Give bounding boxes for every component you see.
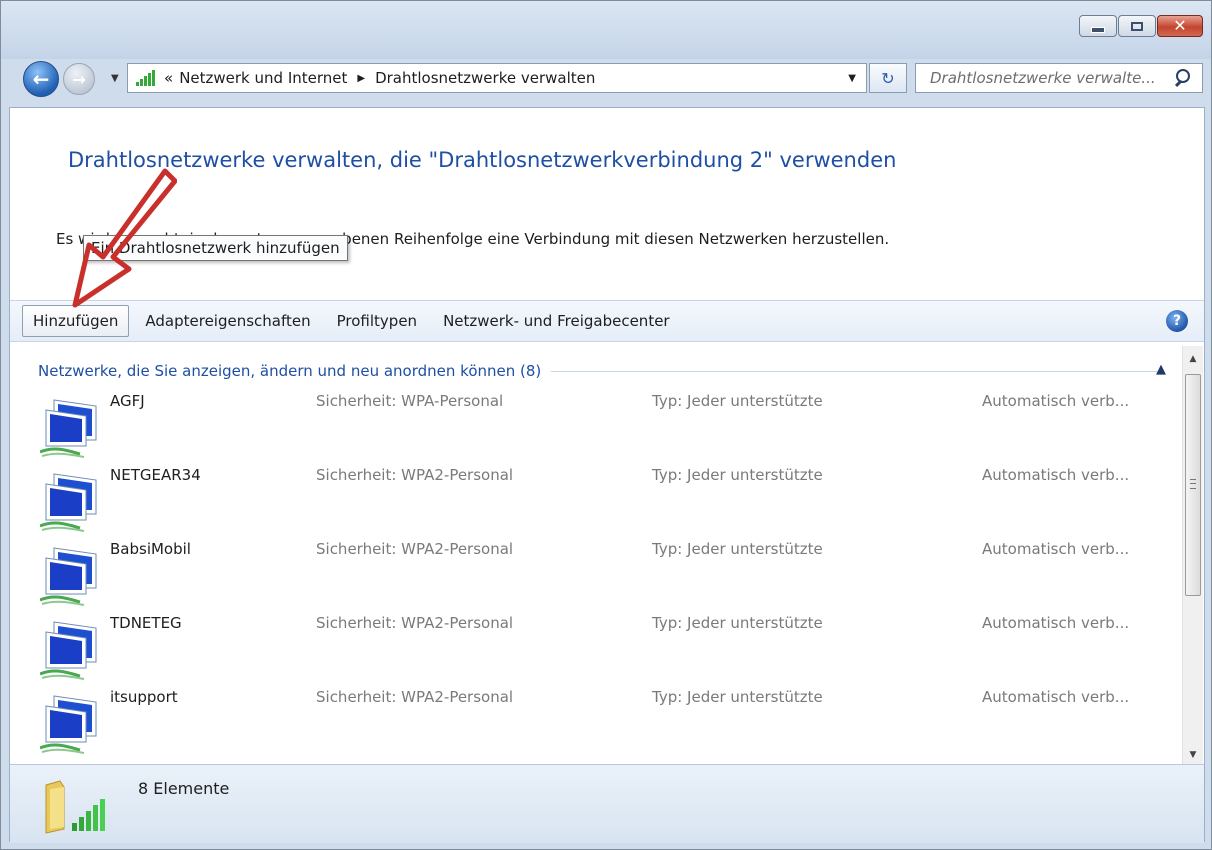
network-row[interactable]: NETGEAR34 Sicherheit: WPA2-Personal Typ: J…: [30, 460, 1180, 535]
scroll-thumb[interactable]: [1185, 374, 1201, 596]
item-count: 8 Elemente: [138, 779, 230, 798]
network-row[interactable]: TDNETEG Sicherheit: WPA2-Personal Typ: Jed…: [30, 608, 1180, 683]
explorer-window: ✕ ← → ▼ « Netzwerk und Internet ▶ Drahtl…: [0, 0, 1212, 850]
network-name: NETGEAR34: [110, 466, 201, 484]
network-signal-icon: [134, 69, 156, 87]
network-name: AGFJ: [110, 392, 145, 410]
close-icon: ✕: [1173, 16, 1187, 35]
network-name: itsupport: [110, 688, 178, 706]
back-arrow-icon: ←: [32, 67, 50, 91]
breadcrumb-manage-wireless[interactable]: Drahtlosnetzwerke verwalten: [375, 69, 595, 87]
collapse-chevron-icon[interactable]: ▲: [1156, 362, 1166, 377]
network-security: Sicherheit: WPA-Personal: [316, 392, 504, 410]
address-history-dropdown[interactable]: ▼: [848, 73, 856, 84]
search-input[interactable]: Drahtlosnetzwerke verwalte...: [930, 69, 1172, 87]
network-connect-mode: Automatisch verb...: [982, 540, 1130, 558]
group-divider: [551, 370, 1164, 372]
wireless-network-icon: [40, 473, 97, 532]
network-security: Sicherheit: WPA2-Personal: [316, 540, 514, 558]
network-list: AGFJ Sicherheit: WPA-Personal Typ: Jeder u…: [30, 386, 1180, 756]
breadcrumb-network-internet[interactable]: Netzwerk und Internet: [179, 69, 347, 87]
help-icon[interactable]: ?: [1166, 310, 1188, 332]
network-name: BabsiMobil: [110, 540, 191, 558]
recent-pages-dropdown[interactable]: ▼: [111, 73, 119, 84]
status-bar: 8 Elemente: [10, 764, 1204, 843]
red-arrow-annotation-icon: [72, 168, 177, 308]
wireless-network-icon: [40, 621, 97, 680]
breadcrumb-separator-icon[interactable]: ▶: [357, 73, 365, 84]
network-group-header[interactable]: Netzwerke, die Sie anzeigen, ändern und …: [38, 361, 1164, 381]
network-name: TDNETEG: [110, 614, 182, 632]
wireless-network-icon: [40, 695, 97, 754]
breadcrumb-overflow[interactable]: «: [164, 69, 173, 87]
network-row[interactable]: AGFJ Sicherheit: WPA-Personal Typ: Jeder u…: [30, 386, 1180, 461]
network-connect-mode: Automatisch verb...: [982, 466, 1130, 484]
network-type: Typ: Jeder unterstützte: [652, 688, 823, 706]
minimize-icon: [1091, 26, 1105, 33]
group-header-label: Netzwerke, die Sie anzeigen, ändern und …: [38, 362, 542, 380]
forward-arrow-icon: →: [72, 69, 86, 89]
command-bar: Hinzufügen Adaptereigenschaften Profilty…: [10, 300, 1204, 342]
vertical-scrollbar[interactable]: ▲ ▼: [1182, 346, 1203, 764]
maximize-button[interactable]: [1118, 15, 1156, 37]
scroll-up-icon[interactable]: ▲: [1183, 350, 1203, 368]
wireless-network-icon: [40, 547, 97, 606]
network-security: Sicherheit: WPA2-Personal: [316, 466, 514, 484]
main-content: Drahtlosnetzwerke verwalten, die "Drahtl…: [9, 107, 1205, 843]
address-bar[interactable]: « Netzwerk und Internet ▶ Drahtlosnetzwe…: [127, 63, 867, 93]
search-box[interactable]: Drahtlosnetzwerke verwalte...: [915, 63, 1203, 93]
network-connect-mode: Automatisch verb...: [982, 688, 1130, 706]
title-bar[interactable]: ✕: [1, 1, 1211, 59]
network-connect-mode: Automatisch verb...: [982, 614, 1130, 632]
network-type: Typ: Jeder unterstützte: [652, 466, 823, 484]
network-type: Typ: Jeder unterstützte: [652, 392, 823, 410]
network-row[interactable]: BabsiMobil Sicherheit: WPA2-Personal Typ: …: [30, 534, 1180, 609]
wireless-folder-icon: [45, 780, 105, 834]
network-security: Sicherheit: WPA2-Personal: [316, 688, 514, 706]
network-connect-mode: Automatisch verb...: [982, 392, 1130, 410]
network-type: Typ: Jeder unterstützte: [652, 614, 823, 632]
search-icon[interactable]: [1172, 67, 1194, 89]
refresh-icon: ↻: [881, 68, 895, 88]
refresh-button[interactable]: ↻: [869, 63, 907, 93]
back-button[interactable]: ←: [23, 61, 59, 97]
forward-button[interactable]: →: [63, 63, 95, 95]
wireless-network-icon: [40, 399, 97, 458]
scroll-down-icon[interactable]: ▼: [1183, 746, 1203, 764]
close-button[interactable]: ✕: [1157, 15, 1203, 37]
profile-types-button[interactable]: Profiltypen: [327, 306, 427, 336]
network-type: Typ: Jeder unterstützte: [652, 540, 823, 558]
network-row[interactable]: itsupport Sicherheit: WPA2-Personal Typ: J…: [30, 682, 1180, 756]
window-controls: ✕: [1078, 15, 1203, 37]
sharing-center-button[interactable]: Netzwerk- und Freigabecenter: [433, 306, 680, 336]
network-security: Sicherheit: WPA2-Personal: [316, 614, 514, 632]
minimize-button[interactable]: [1079, 15, 1117, 37]
maximize-icon: [1131, 21, 1143, 31]
page-title: Drahtlosnetzwerke verwalten, die "Drahtl…: [68, 148, 897, 172]
